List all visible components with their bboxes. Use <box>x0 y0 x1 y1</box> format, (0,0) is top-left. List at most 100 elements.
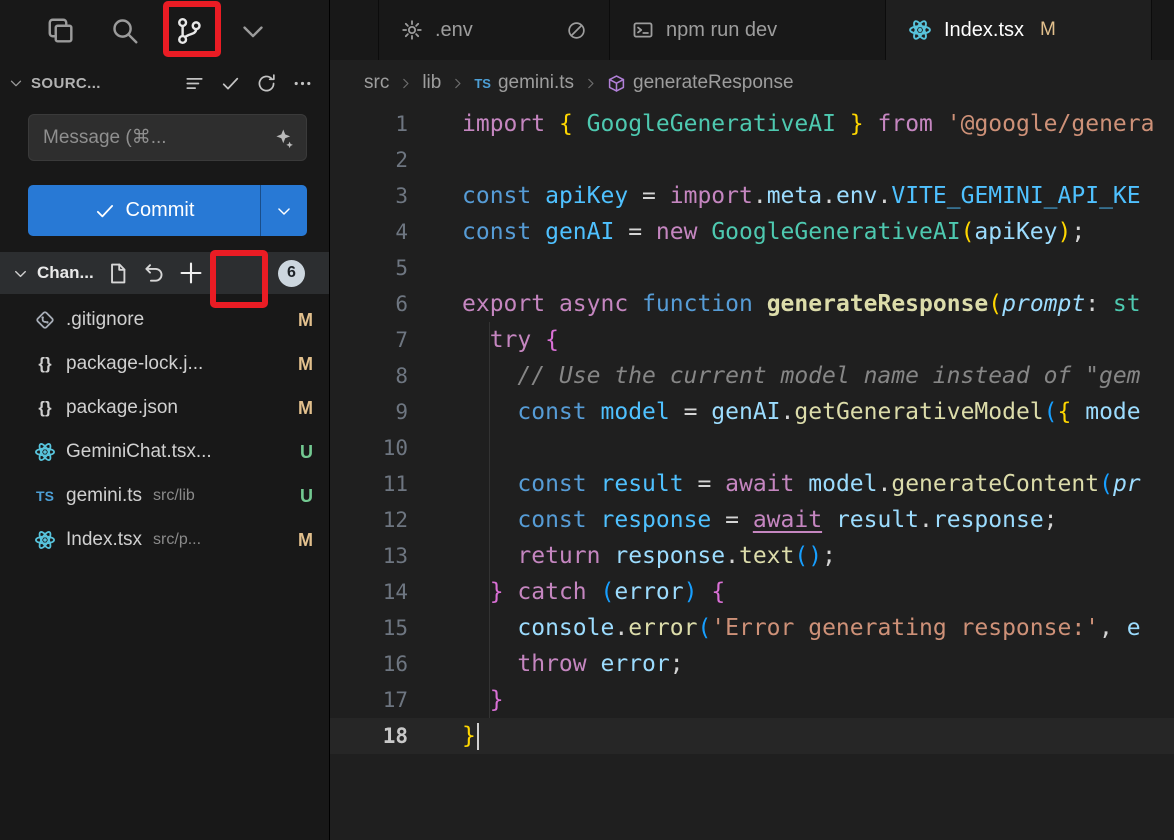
code-token: . <box>725 543 739 569</box>
code-token <box>587 471 601 497</box>
code-line[interactable]: 13 return response.text(); <box>330 538 1174 574</box>
line-number: 1 <box>330 106 408 142</box>
code-line[interactable]: 11 const result = await model.generateCo… <box>330 466 1174 502</box>
scm-file-row[interactable]: TSgemini.tssrc/libU <box>0 474 329 518</box>
code-token: = <box>628 183 670 209</box>
slash-circle-icon[interactable] <box>566 20 587 41</box>
file-name: .gitignore <box>66 309 144 331</box>
breadcrumb-label: gemini.ts <box>498 72 574 94</box>
code-line[interactable]: 3const apiKey = import.meta.env.VITE_GEM… <box>330 178 1174 214</box>
code-token: generateContent <box>891 471 1099 497</box>
scm-file-row[interactable]: Index.tsxsrc/p...M <box>0 518 329 562</box>
code-token: import <box>462 111 545 137</box>
changes-section-header[interactable]: Chan... 6 <box>0 252 329 294</box>
react-icon <box>908 18 932 42</box>
code-token: } <box>462 723 476 749</box>
generate-commit-message-button[interactable] <box>272 127 294 149</box>
editor-area: .envnpm run devIndex.tsxM src lib TSgemini… <box>330 0 1174 840</box>
code-line[interactable]: 9 const model = genAI.getGenerativeModel… <box>330 394 1174 430</box>
chevron-right-icon <box>450 76 465 91</box>
open-file-button[interactable] <box>106 262 129 285</box>
code-line[interactable]: 7 try { <box>330 322 1174 358</box>
activity-files-button[interactable] <box>46 16 76 46</box>
commit-message-input[interactable]: Message (⌘... <box>28 114 307 161</box>
code-line[interactable]: 16 throw error; <box>330 646 1174 682</box>
code-token: generateResponse <box>767 291 989 317</box>
plus-button[interactable] <box>178 260 204 286</box>
code-token <box>545 111 559 137</box>
chevron-right-icon <box>398 76 413 91</box>
discard-icon <box>142 262 165 285</box>
activity-search-button[interactable] <box>110 16 140 46</box>
code-token <box>600 543 614 569</box>
discard-button[interactable] <box>142 262 165 285</box>
breadcrumb-item[interactable]: lib <box>422 72 441 94</box>
code-token: ( <box>1099 471 1113 497</box>
code-token: } <box>490 579 504 605</box>
line-content: return response.text(); <box>408 538 836 574</box>
check-icon <box>220 73 241 94</box>
code-line[interactable]: 15 console.error('Error generating respo… <box>330 610 1174 646</box>
more-button[interactable] <box>292 73 313 94</box>
code-token: ( <box>697 615 711 641</box>
code-token: const <box>517 507 586 533</box>
code-line[interactable]: 18} <box>330 718 1174 754</box>
editor-tab[interactable]: .env <box>378 0 610 60</box>
json-icon: {} <box>33 354 57 374</box>
code-line[interactable]: 1import { GoogleGenerativeAI } from '@go… <box>330 106 1174 142</box>
code-token: 'Error generating response:' <box>711 615 1099 641</box>
code-line[interactable]: 2 <box>330 142 1174 178</box>
scm-file-row[interactable]: {}package-lock.j...M <box>0 342 329 386</box>
code-token: result <box>836 507 919 533</box>
code-token: = <box>670 399 712 425</box>
code-line[interactable]: 17 } <box>330 682 1174 718</box>
line-number: 3 <box>330 178 408 214</box>
file-status-badge: M <box>298 530 313 551</box>
code-line[interactable]: 10 <box>330 430 1174 466</box>
activity-chevron-down-button[interactable] <box>238 16 268 46</box>
code-token: { <box>1058 399 1072 425</box>
list-filter-button[interactable] <box>184 73 205 94</box>
check-button[interactable] <box>220 73 241 94</box>
code-token <box>531 183 545 209</box>
line-number: 2 <box>330 142 408 178</box>
section-collapse-chevron-icon[interactable] <box>8 75 24 91</box>
code-token: = <box>684 471 726 497</box>
commit-dropdown-button[interactable] <box>261 185 307 236</box>
code-line[interactable]: 5 <box>330 250 1174 286</box>
code-token: ( <box>601 579 615 605</box>
code-line[interactable]: 8 // Use the current model name instead … <box>330 358 1174 394</box>
scm-file-list: .gitignoreM{}package-lock.j...M{}package… <box>0 294 329 562</box>
breadcrumb-item[interactable]: src <box>364 72 389 94</box>
code-token <box>864 111 878 137</box>
scm-file-row[interactable]: {}package.jsonM <box>0 386 329 430</box>
editor-tab[interactable]: Index.tsxM <box>886 0 1152 60</box>
code-line[interactable]: 4const genAI = new GoogleGenerativeAI(ap… <box>330 214 1174 250</box>
refresh-button[interactable] <box>256 73 277 94</box>
scm-file-row[interactable]: .gitignoreM <box>0 298 329 342</box>
breadcrumb-item[interactable]: TSgemini.ts <box>474 72 574 94</box>
code-token: genAI <box>545 219 614 245</box>
code-line[interactable]: 12 const response = await result.respons… <box>330 502 1174 538</box>
code-editor[interactable]: 1import { GoogleGenerativeAI } from '@go… <box>330 106 1174 754</box>
line-content <box>408 430 462 466</box>
line-number: 5 <box>330 250 408 286</box>
code-token: GoogleGenerativeAI <box>711 219 960 245</box>
commit-button[interactable]: Commit <box>28 185 260 236</box>
line-content: const genAI = new GoogleGenerativeAI(api… <box>408 214 1085 250</box>
code-line[interactable]: 6export async function generateResponse(… <box>330 286 1174 322</box>
line-number: 8 <box>330 358 408 394</box>
activity-source-control-button[interactable] <box>174 16 204 46</box>
code-token <box>836 111 850 137</box>
changes-toolbar <box>106 260 204 286</box>
scm-file-row[interactable]: GeminiChat.tsx...U <box>0 430 329 474</box>
editor-tab[interactable]: npm run dev <box>610 0 886 60</box>
typescript-icon: TS <box>33 488 57 504</box>
code-line[interactable]: 14 } catch (error) { <box>330 574 1174 610</box>
code-token <box>573 111 587 137</box>
code-token: model <box>808 471 877 497</box>
tab-bar: .envnpm run devIndex.tsxM <box>330 0 1174 60</box>
git-icon <box>34 309 56 331</box>
breadcrumb-item[interactable]: generateResponse <box>607 72 794 94</box>
chevron-down-icon <box>275 202 293 220</box>
